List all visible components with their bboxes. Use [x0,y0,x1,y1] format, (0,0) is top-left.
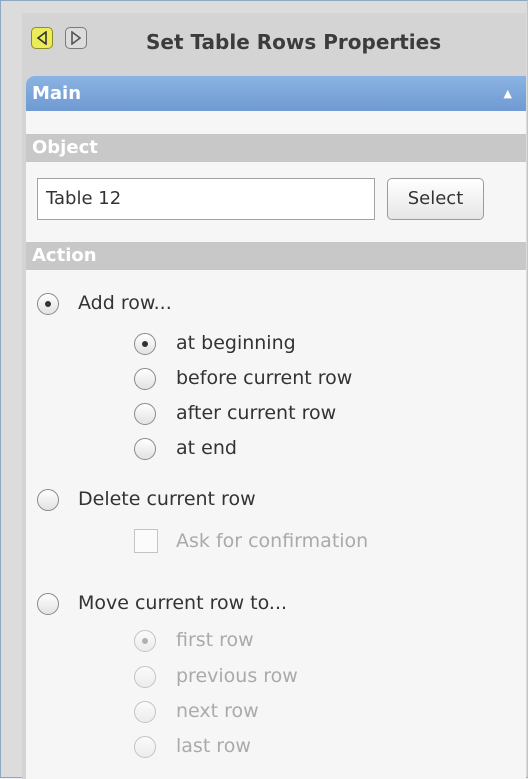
after-current-row-label: after current row [176,402,337,424]
select-button[interactable]: Select [387,178,484,220]
object-name-field[interactable]: Table 12 [37,178,375,220]
add-row-label: Add row... [78,292,172,314]
next-row-radio[interactable] [134,701,156,723]
last-row-label: last row [176,735,251,757]
main-section-content: Object Table 12 Select Action Add row...… [26,111,526,779]
before-current-row-label: before current row [176,367,353,389]
move-row-label: Move current row to... [78,592,288,614]
panel-header: Set Table Rows Properties [22,13,526,75]
before-current-row-radio[interactable] [134,368,156,390]
first-row-label: first row [176,629,254,651]
forward-button[interactable] [65,27,87,49]
previous-row-radio[interactable] [134,666,156,688]
at-end-radio[interactable] [134,438,156,460]
after-current-row-radio[interactable] [134,403,156,425]
back-arrow-icon [36,31,47,45]
main-section-header[interactable]: Main ▲ [26,76,526,111]
last-row-radio[interactable] [134,736,156,758]
collapse-icon[interactable]: ▲ [504,76,512,111]
back-button[interactable] [31,27,53,49]
at-beginning-radio[interactable] [134,333,156,355]
main-section-label: Main [32,83,82,104]
at-beginning-label: at beginning [176,332,296,354]
previous-row-label: previous row [176,665,298,687]
next-row-label: next row [176,700,259,722]
panel-title: Set Table Rows Properties [146,30,442,54]
delete-row-radio[interactable] [37,489,59,511]
first-row-radio[interactable] [134,630,156,652]
at-end-label: at end [176,437,237,459]
delete-row-label: Delete current row [78,488,256,510]
properties-panel: Set Table Rows Properties Main ▲ Object … [22,13,526,779]
move-row-radio[interactable] [37,593,59,615]
ask-confirmation-checkbox[interactable] [134,529,158,553]
object-section-header: Object [26,134,526,162]
forward-arrow-icon [71,31,82,45]
add-row-radio[interactable] [37,293,59,315]
action-section-header: Action [26,242,526,270]
ask-confirmation-label: Ask for confirmation [176,530,369,552]
